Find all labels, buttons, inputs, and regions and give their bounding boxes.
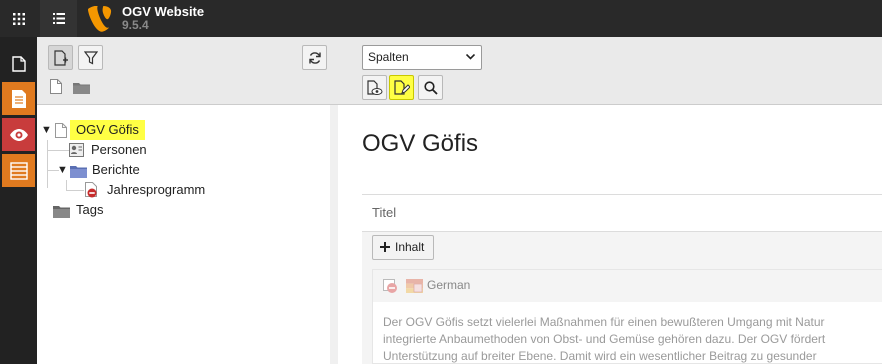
page-module-icon[interactable] <box>2 47 35 80</box>
tree-node-label[interactable]: Berichte <box>92 160 140 180</box>
folder-icon <box>53 204 70 224</box>
new-page-drag-icon[interactable] <box>50 79 62 97</box>
column-body: Inhalt German Der OGV Göfis setzt vieler… <box>362 232 882 364</box>
view-mode-select[interactable]: Spalten <box>362 45 482 70</box>
site-name: OGV Website <box>122 4 205 19</box>
column-header: Titel <box>362 194 882 232</box>
tree-node-root[interactable]: ▼ OGV Göfis <box>37 120 322 140</box>
add-content-label: Inhalt <box>395 240 425 254</box>
contact-page-icon <box>69 143 84 163</box>
records-module-icon[interactable] <box>2 154 35 187</box>
content-element: German Der OGV Göfis setzt vielerlei Maß… <box>372 269 882 364</box>
edit-page-properties-button[interactable] <box>389 75 414 100</box>
text-line: Unterstützung auf breiter Ebene. Damit w… <box>383 349 817 363</box>
page-tree-toggle-icon[interactable] <box>40 0 77 37</box>
page-module-content: OGV Göfis Titel Inhalt German Der OGV Gö… <box>338 106 882 364</box>
folder-drag-icon[interactable] <box>73 82 90 97</box>
page-title: OGV Göfis <box>362 130 479 157</box>
collapse-icon[interactable]: ▼ <box>41 120 52 140</box>
content-element-text: Der OGV Göfis setzt vielerlei Maßnahmen … <box>383 314 882 364</box>
hidden-content-icon <box>383 279 398 297</box>
chevron-down-icon <box>466 54 475 60</box>
view-webpage-button[interactable] <box>362 75 387 100</box>
page-tree: ▼ OGV Göfis Personen ▼ Berichte Jahrespr… <box>37 106 338 364</box>
page-tree-toolbar <box>37 37 338 105</box>
list-module-icon[interactable] <box>2 82 35 115</box>
view-mode-value: Spalten <box>368 50 409 64</box>
search-icon <box>423 80 438 95</box>
module-menu <box>0 37 37 364</box>
text-line: Der OGV Göfis setzt vielerlei Maßnahmen … <box>383 315 825 329</box>
folder-icon <box>70 164 87 184</box>
tree-node-label[interactable]: OGV Göfis <box>70 120 145 140</box>
new-page-button[interactable] <box>48 45 73 70</box>
text-line: integrierte Anbaumethoden von Obst- und … <box>383 332 826 346</box>
filter-button[interactable] <box>78 45 103 70</box>
add-content-button[interactable]: Inhalt <box>372 235 434 260</box>
plus-icon <box>380 242 390 252</box>
page-tree-panel: ▼ OGV Göfis Personen ▼ Berichte Jahrespr… <box>37 37 338 364</box>
flag-de-icon <box>406 279 423 296</box>
content-element-header: German <box>373 270 882 302</box>
tree-node-label[interactable]: Tags <box>76 200 103 220</box>
search-button[interactable] <box>418 75 443 100</box>
typo3-logo[interactable] <box>88 5 112 32</box>
top-bar: OGV Website 9.5.4 <box>0 0 882 37</box>
collapse-icon[interactable]: ▼ <box>57 160 68 180</box>
view-module-icon[interactable] <box>2 118 35 151</box>
tree-node-label[interactable]: Personen <box>91 140 147 160</box>
column-title: Titel <box>372 205 397 220</box>
app-grid-icon[interactable] <box>0 0 37 37</box>
language-label: German <box>427 278 471 292</box>
panel-splitter[interactable] <box>330 105 338 364</box>
doc-header: Spalten <box>338 37 882 105</box>
version-label: 9.5.4 <box>122 18 149 32</box>
page-icon <box>55 123 67 144</box>
tree-node-label[interactable]: Jahresprogramm <box>107 180 205 200</box>
refresh-button[interactable] <box>302 45 327 70</box>
